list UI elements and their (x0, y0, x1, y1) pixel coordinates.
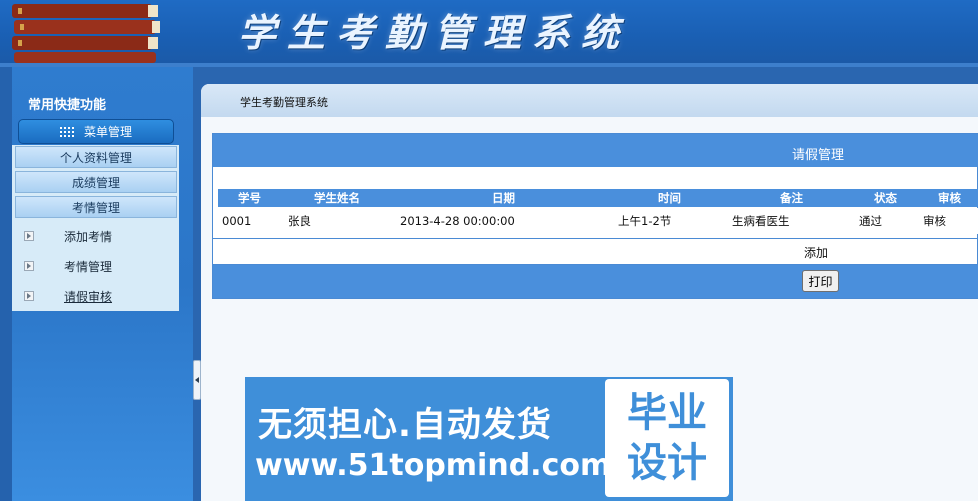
cell-note: 生病看医生 (732, 214, 790, 228)
ad-badge: 毕业 设计 (605, 379, 729, 497)
arrow-right-icon (24, 231, 34, 241)
arrow-right-icon (24, 291, 34, 301)
sidebar-edge (0, 67, 12, 501)
menu-management-header[interactable]: 菜单管理 (18, 119, 174, 144)
breadcrumb: 学生考勤管理系统 (240, 96, 328, 109)
collapse-sidebar-toggle[interactable] (193, 360, 201, 400)
cell-time: 上午1-2节 (618, 214, 672, 228)
column-header: 状态 (874, 191, 897, 205)
cell-student-name: 张良 (288, 214, 311, 228)
sidebar-section-attendance[interactable]: 考情管理 (15, 196, 177, 218)
menu-title-label: 菜单管理 (83, 125, 132, 139)
ad-badge-bottom: 设计 (627, 440, 707, 486)
divider (213, 238, 978, 239)
cell-review-link[interactable]: 审核 (923, 208, 946, 234)
print-button[interactable]: 打印 (802, 270, 839, 292)
sidebar-link-attendance-management[interactable]: 考情管理 (24, 256, 112, 276)
cell-student-id: 0001 (222, 214, 252, 228)
table-header: 学号 学生姓名 日期 时间 备注 状态 审核 (218, 189, 978, 207)
column-header: 日期 (492, 191, 515, 205)
ad-badge-top: 毕业 (627, 390, 707, 436)
add-link[interactable]: 添加 (804, 244, 828, 261)
sidebar-section-profile[interactable]: 个人资料管理 (15, 146, 177, 168)
header-banner: 学生考勤管理系统 (0, 0, 978, 63)
panel-header (213, 134, 978, 167)
panel-title: 请假管理 (792, 148, 845, 163)
sidebar-link-add-attendance[interactable]: 添加考情 (24, 226, 112, 246)
app-title: 学生考勤管理系统 (238, 10, 631, 55)
table-row: 0001 张良 2013-4-28 00:00:00 上午1-2节 生病看医生 … (218, 208, 978, 234)
column-header: 备注 (780, 191, 803, 205)
column-header: 审核 (938, 191, 961, 205)
sidebar-section-grades[interactable]: 成绩管理 (15, 171, 177, 193)
quick-functions-title: 常用快捷功能 (28, 98, 107, 113)
cell-status: 通过 (859, 214, 882, 228)
column-header: 学号 (238, 191, 261, 205)
sidebar-link-leave-review[interactable]: 请假审核 (24, 286, 112, 306)
cell-date: 2013-4-28 00:00:00 (400, 214, 515, 228)
books-logo-icon (12, 4, 160, 63)
arrow-right-icon (24, 261, 34, 271)
panel-footer (213, 265, 978, 298)
link-label: 请假审核 (64, 289, 113, 304)
ad-url: www.51topmind.com (255, 448, 612, 483)
column-header: 学生姓名 (314, 191, 360, 205)
grid-icon (59, 126, 74, 137)
link-label: 添加考情 (64, 229, 113, 244)
link-label: 考情管理 (64, 259, 113, 274)
column-header: 时间 (658, 191, 681, 205)
ad-slogan: 无须担心.自动发货 (258, 405, 552, 445)
